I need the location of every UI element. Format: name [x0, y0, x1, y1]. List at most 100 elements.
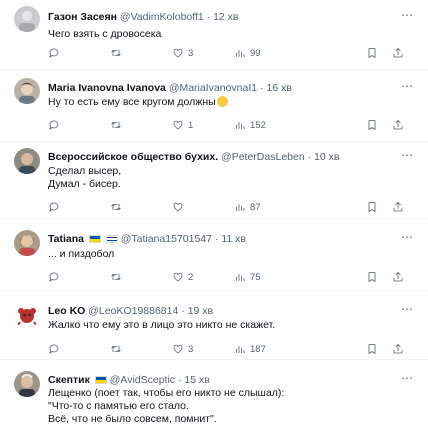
more-options-icon[interactable]: ⋯ — [400, 9, 414, 24]
share-button[interactable] — [392, 342, 408, 356]
heart-icon — [173, 344, 183, 354]
reply-icon — [49, 202, 59, 212]
like-button[interactable]: 1 — [172, 118, 193, 132]
more-options-icon[interactable]: ⋯ — [400, 149, 414, 164]
tweet-text: ... и пиздобол — [48, 248, 115, 260]
timestamp[interactable]: 19 хв — [188, 305, 213, 317]
separator-dot: · — [181, 305, 185, 317]
reply-icon — [49, 272, 59, 282]
reply-button[interactable] — [48, 342, 64, 356]
author-name[interactable]: Скептик — [48, 374, 90, 386]
author-name[interactable]: Leo KO — [48, 305, 85, 317]
author-name[interactable]: Tatiana — [48, 233, 84, 245]
retweet-button[interactable] — [110, 342, 126, 356]
views-button[interactable]: 75 — [234, 270, 261, 284]
views-button[interactable]: 87 — [234, 200, 261, 214]
like-count: 3 — [188, 47, 194, 59]
timestamp[interactable]: 10 хв — [314, 151, 339, 163]
avatar[interactable] — [14, 148, 40, 174]
retweet-button[interactable] — [110, 118, 126, 132]
reply-button[interactable] — [48, 270, 64, 284]
like-button[interactable]: 3 — [172, 342, 193, 356]
tweet-header: Leo KO @LeoKO19886814 · 19 хв — [48, 304, 394, 318]
share-button[interactable] — [392, 200, 408, 214]
retweet-button[interactable] — [110, 270, 126, 284]
tweet[interactable]: Газон Засеян @VadimKoloboff1 · 12 хв ⋯ Ч… — [0, 0, 428, 70]
timestamp[interactable]: 12 хв — [213, 11, 238, 23]
tweet-text-content: Ну то есть ему все кругом должны — [48, 96, 216, 108]
bookmark-button[interactable] — [366, 270, 382, 284]
author-handle[interactable]: @PeterDasLeben — [221, 151, 305, 163]
view-count: 75 — [250, 271, 261, 283]
share-icon — [393, 271, 403, 282]
tweet[interactable]: Скептик @AvidSceptic · 15 хв ⋯ Лещенко (… — [0, 360, 428, 442]
reply-feed: Газон Засеян @VadimKoloboff1 · 12 хв ⋯ Ч… — [0, 0, 428, 442]
timestamp[interactable]: 15 хв — [184, 374, 209, 386]
author-handle[interactable]: @LeoKO19886814 — [88, 305, 178, 317]
bookmark-button[interactable] — [366, 342, 382, 356]
avatar[interactable] — [14, 78, 40, 104]
bookmark-button[interactable] — [366, 46, 382, 60]
bookmark-icon — [368, 202, 376, 213]
views-button[interactable]: 187 — [234, 342, 266, 356]
tweet[interactable]: Tatiana @Tatiana15701547 · 11 хв ⋯ ... и… — [0, 220, 428, 292]
author-name[interactable]: Всероссийское общество бухих. — [48, 151, 218, 163]
author-name[interactable]: Maria Ivanovna Ivanova — [48, 82, 166, 94]
reply-icon — [49, 120, 59, 130]
avatar[interactable] — [14, 6, 40, 32]
reply-button[interactable] — [48, 46, 64, 60]
like-button[interactable]: 2 — [172, 270, 193, 284]
views-button[interactable]: 99 — [234, 46, 261, 60]
author-name[interactable]: Газон Засеян — [48, 11, 117, 23]
heart-icon — [173, 48, 183, 58]
views-icon — [236, 346, 245, 353]
view-count: 87 — [250, 201, 261, 213]
tweet-text: Лещенко (поет так, чтобы его никто не сл… — [48, 387, 285, 425]
action-bar: 1 152 — [48, 118, 404, 132]
share-button[interactable] — [392, 118, 408, 132]
reply-button[interactable] — [48, 118, 64, 132]
bookmark-icon — [368, 48, 376, 59]
author-handle[interactable]: @Tatiana15701547 — [121, 233, 212, 245]
more-options-icon[interactable]: ⋯ — [400, 372, 414, 387]
bookmark-button[interactable] — [366, 200, 382, 214]
ukraine-flag-icon — [94, 376, 107, 384]
avatar[interactable] — [14, 371, 40, 397]
more-options-icon[interactable]: ⋯ — [400, 80, 414, 95]
share-icon — [393, 119, 403, 130]
author-handle[interactable]: @VadimKoloboff1 — [120, 11, 204, 23]
bookmark-icon — [368, 272, 376, 283]
like-button[interactable]: 3 — [172, 46, 193, 60]
timestamp[interactable]: 11 хв — [221, 233, 246, 245]
more-options-icon[interactable]: ⋯ — [400, 231, 414, 246]
heart-icon — [173, 120, 183, 130]
avatar[interactable] — [14, 230, 40, 256]
bookmark-icon — [368, 344, 376, 355]
more-options-icon[interactable]: ⋯ — [400, 303, 414, 318]
tweet-header: Скептик @AvidSceptic · 15 хв — [48, 373, 394, 387]
tweet[interactable]: Maria Ivanovna Ivanova @MariaIvanovnaI1 … — [0, 70, 428, 142]
retweet-button[interactable] — [110, 46, 126, 60]
views-icon — [236, 122, 245, 129]
share-button[interactable] — [392, 270, 408, 284]
retweet-button[interactable] — [110, 200, 126, 214]
like-button[interactable] — [172, 200, 188, 214]
author-handle[interactable]: @AvidSceptic — [110, 374, 175, 386]
author-handle[interactable]: @MariaIvanovnaI1 — [169, 82, 257, 94]
separator-dot: · — [177, 374, 182, 386]
share-icon — [393, 343, 403, 354]
views-button[interactable]: 152 — [234, 118, 266, 132]
tweet-header: Tatiana @Tatiana15701547 · 11 хв — [48, 232, 394, 246]
bookmark-button[interactable] — [366, 118, 382, 132]
share-button[interactable] — [392, 46, 408, 60]
timestamp[interactable]: 16 хв — [266, 82, 291, 94]
ukraine-flag-icon — [88, 235, 101, 243]
separator-dot: · — [260, 82, 264, 94]
tweet-text: Сделал высер, Думал - бисер. — [48, 165, 122, 190]
tweet[interactable]: Всероссийское общество бухих. @PeterDasL… — [0, 142, 428, 220]
heart-icon — [173, 202, 183, 212]
avatar[interactable] — [14, 302, 40, 328]
tweet[interactable]: Leo KO @LeoKO19886814 · 19 хв ⋯ Жалко чт… — [0, 292, 428, 360]
heart-icon — [173, 272, 183, 282]
reply-button[interactable] — [48, 200, 64, 214]
